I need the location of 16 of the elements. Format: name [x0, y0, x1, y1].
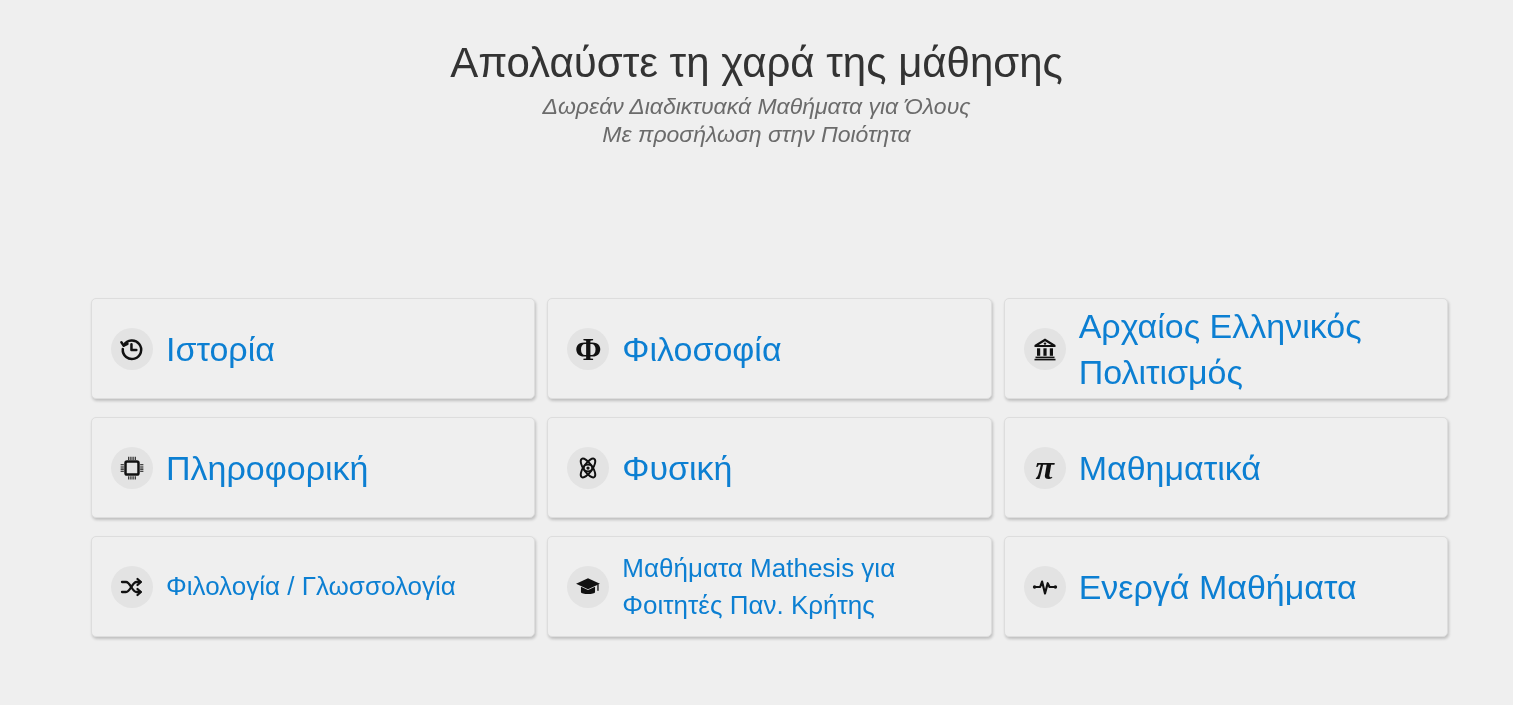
- subtitle-text: Δωρεάν Διαδικτυακά Μαθήματα για Όλους: [542, 92, 971, 120]
- letter-icon: π: [1023, 446, 1066, 489]
- category-link[interactable]: Ιστορία: [91, 298, 536, 399]
- category-link[interactable]: Φυσική: [547, 417, 992, 518]
- category-link[interactable]: Φιλολογία / Γλωσσολογία: [91, 536, 536, 637]
- subtitle-text: Με προσήλωση στην Ποιότητα: [602, 120, 911, 148]
- page-title: Απολαύστε τη χαρά της μάθησης: [450, 38, 1063, 88]
- category-link[interactable]: Ενεργά Μαθήματα: [1003, 536, 1448, 637]
- shuffle-icon: [111, 565, 153, 608]
- category-link[interactable]: π Μαθηματικά: [1003, 417, 1448, 518]
- category-link[interactable]: Πληροφορική: [91, 417, 536, 518]
- letter-icon: Φ: [567, 327, 610, 370]
- category-link[interactable]: Φ Φιλοσοφία: [547, 298, 992, 399]
- category-link[interactable]: Μαθήματα Mathesis για Φοιτητές Παν. Κρήτης: [547, 536, 992, 637]
- chip-icon: [111, 446, 153, 489]
- category-link[interactable]: Αρχαίος Ελληνικός Πολιτισμός: [1003, 298, 1448, 399]
